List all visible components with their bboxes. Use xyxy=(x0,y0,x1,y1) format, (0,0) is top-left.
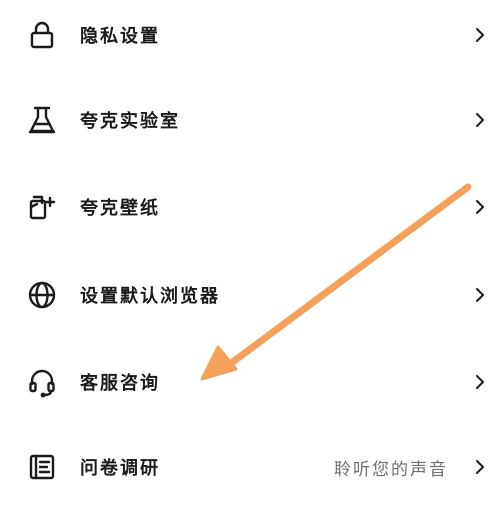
menu-item-privacy-settings[interactable]: 隐私设置 xyxy=(0,0,503,70)
menu-item-label: 设置默认浏览器 xyxy=(80,286,220,307)
chevron-right-icon xyxy=(473,457,487,477)
chevron-right-icon xyxy=(473,372,487,392)
chevron-right-icon xyxy=(473,197,487,217)
menu-item-customer-service[interactable]: 客服咨询 xyxy=(0,347,503,417)
flask-icon xyxy=(24,102,60,138)
menu-item-quark-lab[interactable]: 夸克实验室 xyxy=(0,85,503,155)
menu-item-set-default-browser[interactable]: 设置默认浏览器 xyxy=(0,260,503,330)
menu-item-label: 夸克壁纸 xyxy=(80,198,160,219)
menu-item-label: 夸克实验室 xyxy=(80,111,180,132)
chevron-right-icon xyxy=(473,285,487,305)
menu-item-quark-wallpaper[interactable]: 夸克壁纸 xyxy=(0,172,503,242)
settings-screen: 隐私设置 夸克实验室 夸克壁纸 设置默认浏览器 客服咨询 问卷调研 聆听您的声音 xyxy=(0,0,503,512)
menu-item-survey[interactable]: 问卷调研 聆听您的声音 xyxy=(0,432,503,502)
survey-hint-text: 聆听您的声音 xyxy=(334,459,448,480)
headset-icon xyxy=(24,364,60,400)
survey-icon xyxy=(24,449,60,485)
globe-icon xyxy=(24,277,60,313)
menu-item-label: 问卷调研 xyxy=(80,458,160,479)
lock-icon xyxy=(24,17,60,53)
chevron-right-icon xyxy=(473,25,487,45)
wallpaper-icon xyxy=(24,189,60,225)
chevron-right-icon xyxy=(473,110,487,130)
menu-item-label: 隐私设置 xyxy=(80,26,160,47)
menu-item-label: 客服咨询 xyxy=(80,373,160,394)
